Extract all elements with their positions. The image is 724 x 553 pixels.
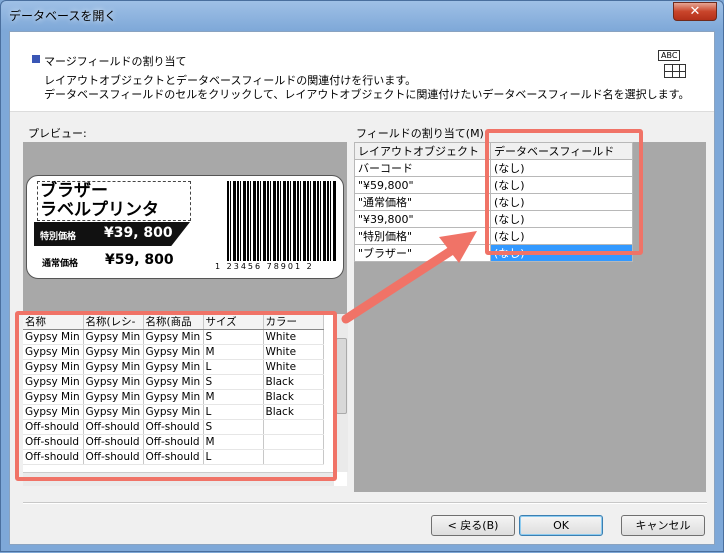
guide-arrow [341,231,477,324]
guide-arrow-shaft [341,242,462,324]
dialog-window: データベースを開く ✕ マージフィールドの割り当て レイアウトオブジェクトとデー… [0,0,724,552]
